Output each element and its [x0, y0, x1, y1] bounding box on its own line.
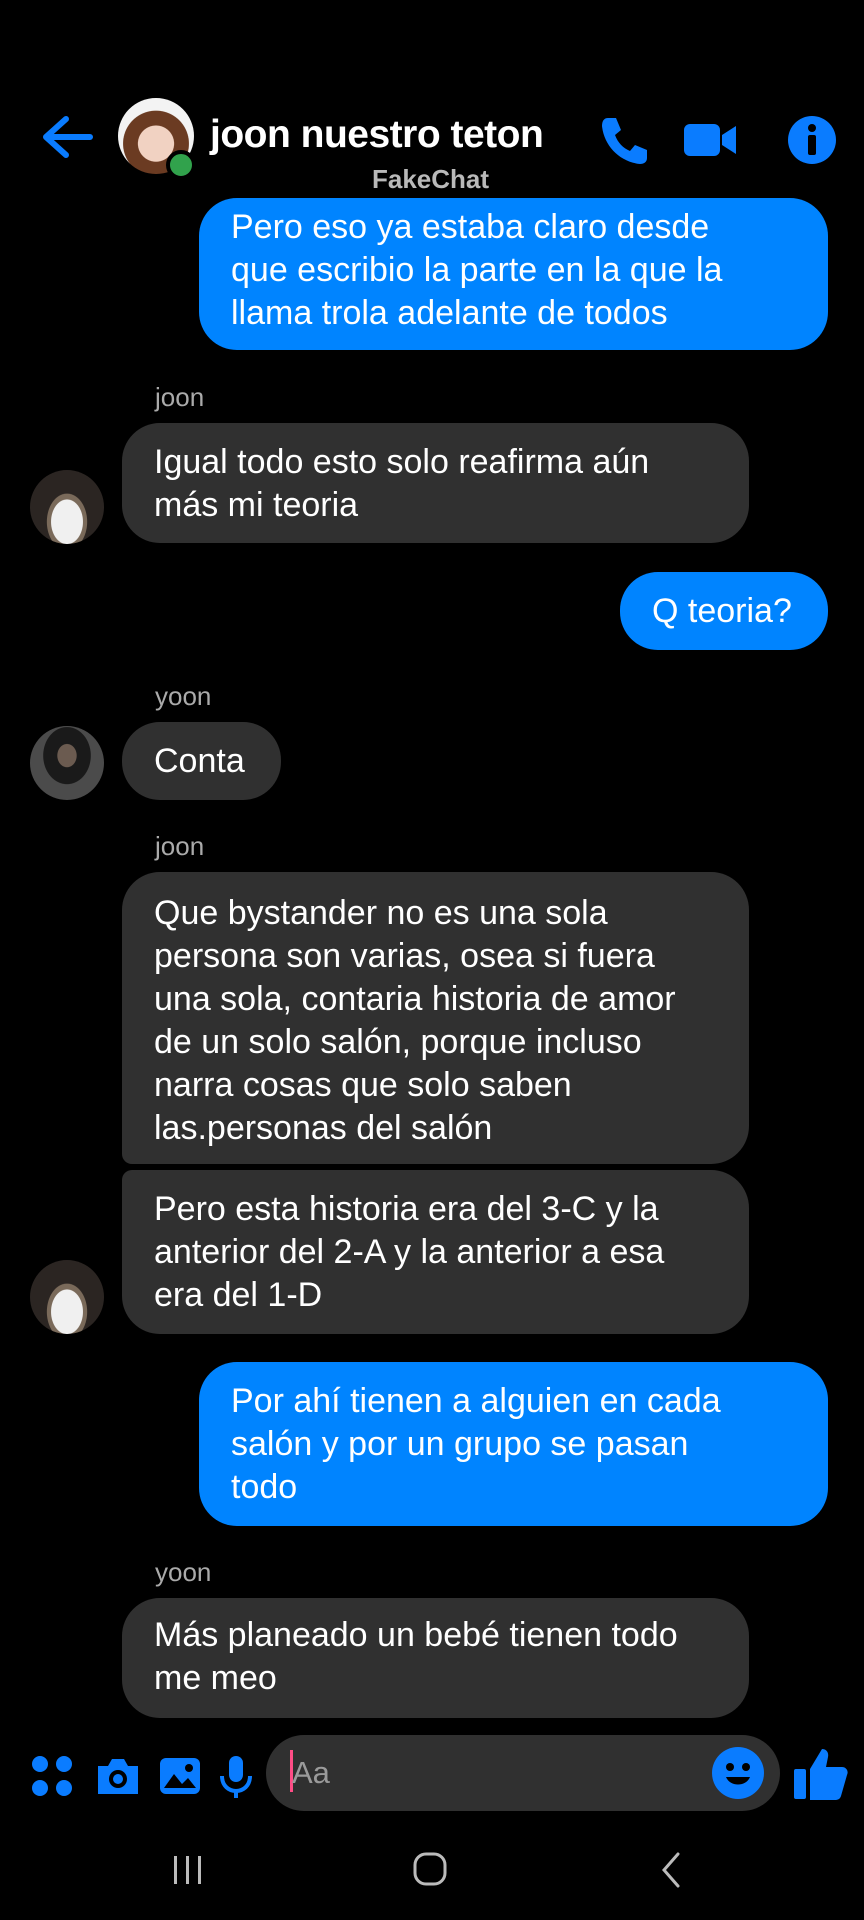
online-status-dot: [166, 150, 196, 180]
message-line: de un solo salón, porque incluso: [154, 1023, 642, 1061]
message-line: Más planeado un bebé tienen todo: [154, 1616, 678, 1654]
message-line: anterior del 2-A y la anterior a esa: [154, 1233, 665, 1271]
message-line: era del 1-D: [154, 1276, 323, 1314]
message-line: Pero esta historia era del 3-C y la: [154, 1190, 659, 1228]
contact-name[interactable]: joon nuestro teton: [210, 113, 544, 157]
microphone-icon[interactable]: [212, 1752, 260, 1800]
message-line: me meo: [154, 1659, 277, 1697]
sender-name: yoon: [155, 1557, 212, 1587]
thumbs-up-icon[interactable]: [792, 1745, 850, 1803]
message-line: Que bystander no es una sola: [154, 894, 608, 932]
message-line: más mi teoria: [154, 486, 359, 524]
home-nav-icon[interactable]: [400, 1850, 460, 1890]
recent-apps-nav-icon[interactable]: [158, 1850, 218, 1890]
message-bubble-incoming[interactable]: Pero esta historia era del 3-C y la ante…: [122, 1170, 749, 1334]
message-line: llama trola adelante de todos: [231, 294, 668, 332]
emoji-icon[interactable]: [710, 1745, 766, 1801]
watermark: FakeChat: [372, 164, 490, 194]
message-input-placeholder: Aa: [292, 1755, 330, 1790]
video-camera-icon[interactable]: [682, 112, 738, 168]
sender-avatar-yoon[interactable]: [30, 726, 104, 800]
sender-name: joon: [155, 831, 205, 861]
sender-avatar-joon[interactable]: [30, 1260, 104, 1334]
message-bubble-outgoing[interactable]: Q teoria?: [620, 572, 828, 650]
message-line: que escribio la parte en la que la: [231, 251, 723, 289]
info-icon[interactable]: [784, 112, 840, 168]
phone-icon[interactable]: [596, 112, 652, 168]
sender-avatar-joon[interactable]: [30, 470, 104, 544]
message-line: Q teoria?: [652, 592, 792, 630]
message-bubble-outgoing[interactable]: Por ahí tienen a alguien en cada salón y…: [199, 1362, 828, 1526]
message-line: una sola, contaria historia de amor: [154, 980, 676, 1018]
message-line: Igual todo esto solo reafirma aún: [154, 443, 650, 481]
message-bubble-outgoing[interactable]: Pero eso ya estaba claro desde que escri…: [199, 198, 828, 350]
message-line: Conta: [154, 742, 245, 780]
message-line: narra cosas que solo saben: [154, 1066, 572, 1104]
message-bubble-incoming[interactable]: Conta: [122, 722, 281, 800]
message-line: persona son varias, osea si fuera: [154, 937, 655, 975]
message-bubble-incoming[interactable]: Que bystander no es una sola persona son…: [122, 872, 749, 1164]
message-line: Por ahí tienen a alguien en cada: [231, 1382, 721, 1420]
gallery-icon[interactable]: [156, 1752, 204, 1800]
message-bubble-incoming[interactable]: Igual todo esto solo reafirma aún más mi…: [122, 423, 749, 543]
apps-icon[interactable]: [28, 1752, 76, 1800]
sender-name: joon: [155, 382, 205, 412]
message-line: las.personas del salón: [154, 1109, 493, 1147]
message-input[interactable]: [266, 1735, 780, 1811]
message-line: Pero eso ya estaba claro desde: [231, 208, 710, 246]
message-line: todo: [231, 1468, 298, 1506]
message-bubble-incoming[interactable]: Más planeado un bebé tienen todo me meo: [122, 1598, 749, 1718]
message-line: salón y por un grupo se pasan: [231, 1425, 689, 1463]
back-nav-icon[interactable]: [642, 1850, 702, 1890]
back-arrow-icon[interactable]: [38, 112, 98, 162]
camera-icon[interactable]: [94, 1752, 142, 1800]
sender-name: yoon: [155, 681, 212, 711]
